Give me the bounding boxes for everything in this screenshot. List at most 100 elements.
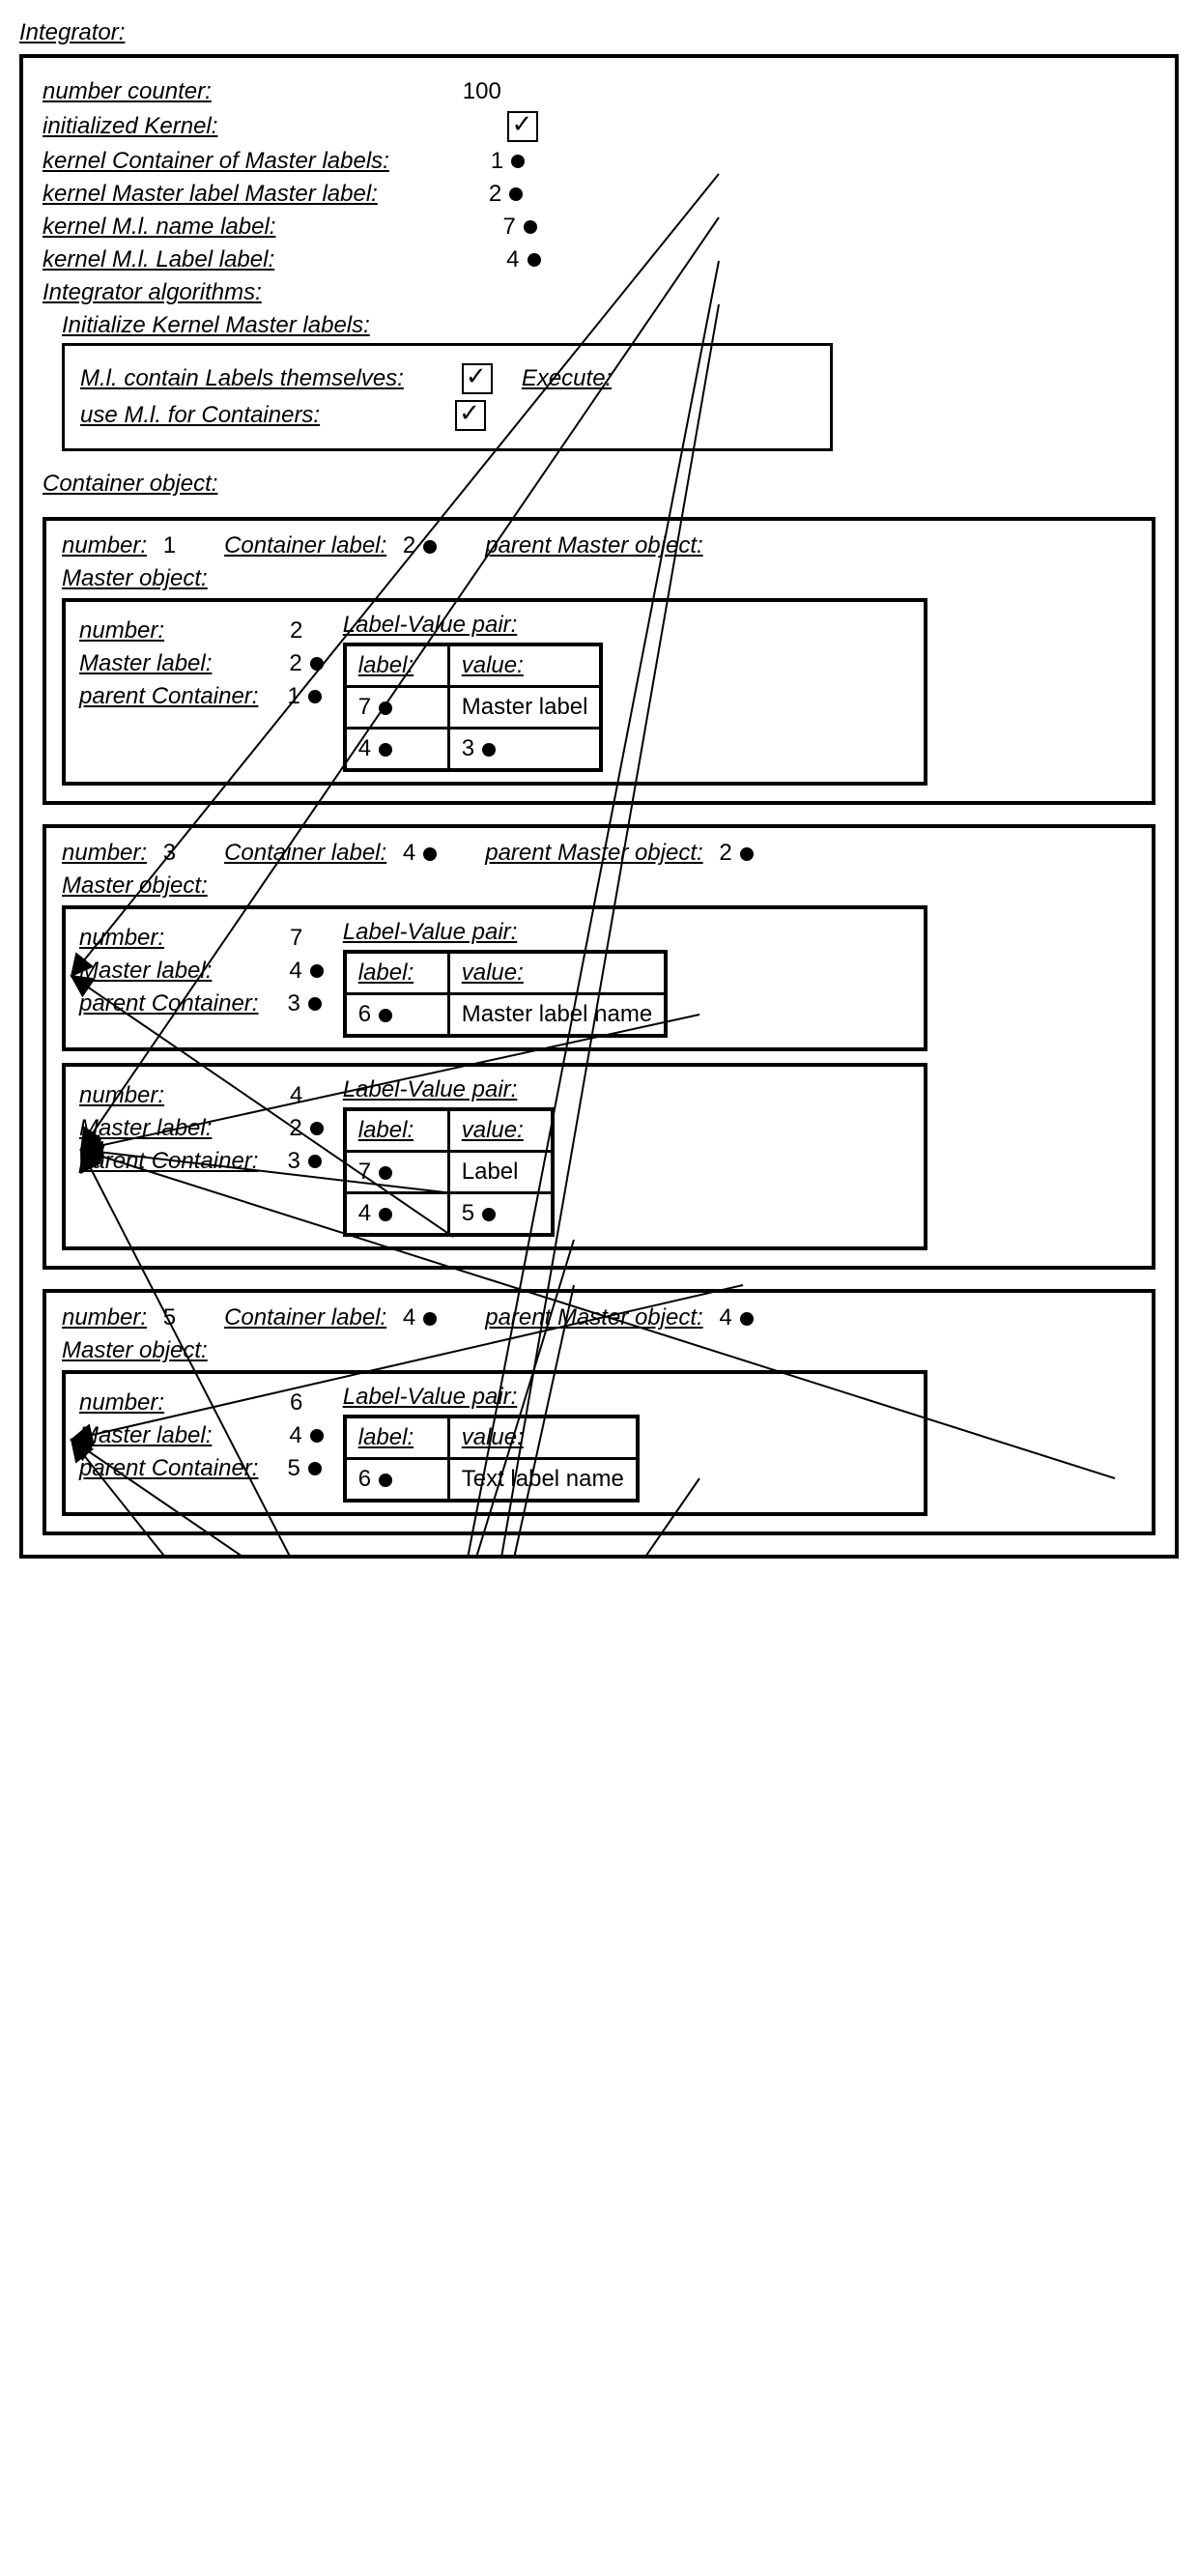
lv-head-value: value: bbox=[448, 1109, 553, 1152]
m-parentcontainer-label: parent Container: bbox=[79, 1455, 258, 1482]
lv-r1-l: 7 bbox=[345, 687, 449, 729]
master-object-label: Master object: bbox=[62, 873, 1136, 900]
dot-icon bbox=[511, 155, 525, 168]
lv-head-label: label: bbox=[345, 644, 449, 687]
master-object-label: Master object: bbox=[62, 1337, 1136, 1364]
c1-clabel-label: Container label: bbox=[224, 532, 386, 558]
c3-parent-label: parent Master object: bbox=[485, 1304, 702, 1331]
use-mi-containers-label: use M.l. for Containers: bbox=[80, 402, 320, 429]
dot-icon bbox=[310, 1122, 324, 1135]
m-number-label: number: bbox=[79, 1082, 164, 1109]
master-object-label: Master object: bbox=[62, 565, 1136, 592]
m-masterlabel-label: Master label: bbox=[79, 1422, 212, 1449]
lv-pair-title: Label-Value pair: bbox=[343, 919, 668, 946]
c3-parent-value: 4 bbox=[719, 1304, 731, 1331]
use-mi-containers-checkbox[interactable] bbox=[455, 400, 486, 431]
lv-table: label:value: 6Master label name bbox=[343, 950, 668, 1038]
kernel-container-value: 1 bbox=[491, 148, 503, 175]
dot-icon bbox=[482, 743, 496, 757]
dot-icon bbox=[482, 1208, 496, 1221]
container-3: number: 5 Container label: 4 parent Mast… bbox=[43, 1289, 1155, 1535]
m-number-label: number: bbox=[79, 1389, 164, 1417]
m-masterlabel-label: Master label: bbox=[79, 958, 212, 985]
lv-r1-l: 6 bbox=[345, 994, 449, 1037]
mi-contain-labels-label: M.l. contain Labels themselves: bbox=[80, 365, 404, 392]
page-title: Integrator: bbox=[19, 19, 1179, 46]
dot-icon bbox=[423, 540, 437, 554]
m-masterlabel-value: 4 bbox=[289, 1422, 301, 1449]
dot-icon bbox=[308, 1462, 322, 1475]
lv-pair-title: Label-Value pair: bbox=[343, 612, 604, 639]
container-2: number: 3 Container label: 4 parent Mast… bbox=[43, 824, 1155, 1270]
m-masterlabel-label: Master label: bbox=[79, 650, 212, 677]
lv-r1-v: Master label bbox=[448, 687, 601, 729]
lv-r1-l: 6 bbox=[345, 1459, 449, 1502]
dot-icon bbox=[423, 1312, 437, 1326]
mi-contain-labels-checkbox[interactable] bbox=[462, 363, 493, 394]
lv-head-label: label: bbox=[345, 1109, 449, 1152]
dot-icon bbox=[379, 701, 392, 715]
kernel-mi-name-label: kernel M.l. name label: bbox=[43, 214, 275, 241]
init-kernel-box: M.l. contain Labels themselves: Execute:… bbox=[62, 343, 833, 451]
dot-icon bbox=[379, 1166, 392, 1180]
c3-clabel-label: Container label: bbox=[224, 1304, 386, 1331]
init-kernel-title: Initialize Kernel Master labels: bbox=[62, 312, 1155, 339]
dot-icon bbox=[308, 690, 322, 703]
c2-parent-value: 2 bbox=[719, 840, 731, 866]
dot-icon bbox=[310, 964, 324, 978]
kernel-mi-name-value: 7 bbox=[502, 214, 515, 241]
dot-icon bbox=[379, 1009, 392, 1022]
c1-number-value: 1 bbox=[163, 532, 176, 558]
initialized-kernel-label: initialized Kernel: bbox=[43, 113, 217, 140]
lv-head-value: value: bbox=[448, 952, 666, 994]
m-parentcontainer-value: 3 bbox=[287, 990, 300, 1017]
m-parentcontainer-label: parent Container: bbox=[79, 1148, 258, 1175]
lv-r1-v: Label bbox=[448, 1152, 553, 1193]
m-parentcontainer-value: 5 bbox=[287, 1455, 300, 1482]
c1-parent-label: parent Master object: bbox=[485, 532, 702, 558]
c2-master-1: number:7 Master label:4 parent Container… bbox=[62, 905, 927, 1051]
dot-icon bbox=[740, 1312, 754, 1326]
initialized-kernel-checkbox[interactable] bbox=[507, 111, 538, 142]
kernel-mi-label-label: kernel M.l. Label label: bbox=[43, 246, 274, 273]
m-number-value: 6 bbox=[290, 1389, 302, 1417]
m-number-label: number: bbox=[79, 617, 164, 644]
c1-number-label: number: bbox=[62, 532, 147, 558]
container-1: number: 1 Container label: 2 parent Mast… bbox=[43, 517, 1155, 805]
dot-icon bbox=[509, 187, 523, 201]
dot-icon bbox=[310, 657, 324, 671]
lv-r2-l: 4 bbox=[345, 1193, 449, 1236]
lv-head-label: label: bbox=[345, 1417, 449, 1459]
m-masterlabel-value: 2 bbox=[289, 1115, 301, 1142]
lv-table: label:value: 7Label 45 bbox=[343, 1107, 555, 1237]
m-parentcontainer-label: parent Container: bbox=[79, 990, 258, 1017]
kernel-master-label-value: 2 bbox=[489, 181, 501, 208]
dot-icon bbox=[379, 743, 392, 757]
m-masterlabel-label: Master label: bbox=[79, 1115, 212, 1142]
c3-number-value: 5 bbox=[163, 1304, 176, 1331]
lv-r1-v: Text label name bbox=[448, 1459, 638, 1502]
dot-icon bbox=[379, 1474, 392, 1487]
lv-r1-v: Master label name bbox=[448, 994, 666, 1037]
m-number-label: number: bbox=[79, 925, 164, 952]
m-masterlabel-value: 2 bbox=[289, 650, 301, 677]
m-parentcontainer-value: 3 bbox=[287, 1148, 300, 1175]
lv-r2-l: 4 bbox=[345, 729, 449, 771]
lv-r1-l: 7 bbox=[345, 1152, 449, 1193]
execute-label[interactable]: Execute: bbox=[522, 365, 612, 392]
dot-icon bbox=[423, 847, 437, 861]
lv-head-value: value: bbox=[448, 644, 601, 687]
dot-icon bbox=[308, 997, 322, 1011]
dot-icon bbox=[308, 1155, 322, 1168]
integrator-panel: number counter: 100 initialized Kernel: … bbox=[19, 54, 1179, 1559]
m-number-value: 2 bbox=[290, 617, 302, 644]
lv-table: label:value: 7Master label 43 bbox=[343, 643, 604, 772]
m-parentcontainer-value: 1 bbox=[287, 683, 300, 710]
integrator-algorithms-label: Integrator algorithms: bbox=[43, 279, 1155, 306]
dot-icon bbox=[310, 1429, 324, 1443]
m-number-value: 7 bbox=[290, 925, 302, 952]
kernel-master-label-label: kernel Master label Master label: bbox=[43, 181, 378, 208]
dot-icon bbox=[379, 1208, 392, 1221]
lv-pair-title: Label-Value pair: bbox=[343, 1384, 640, 1411]
c2-clabel-label: Container label: bbox=[224, 840, 386, 866]
